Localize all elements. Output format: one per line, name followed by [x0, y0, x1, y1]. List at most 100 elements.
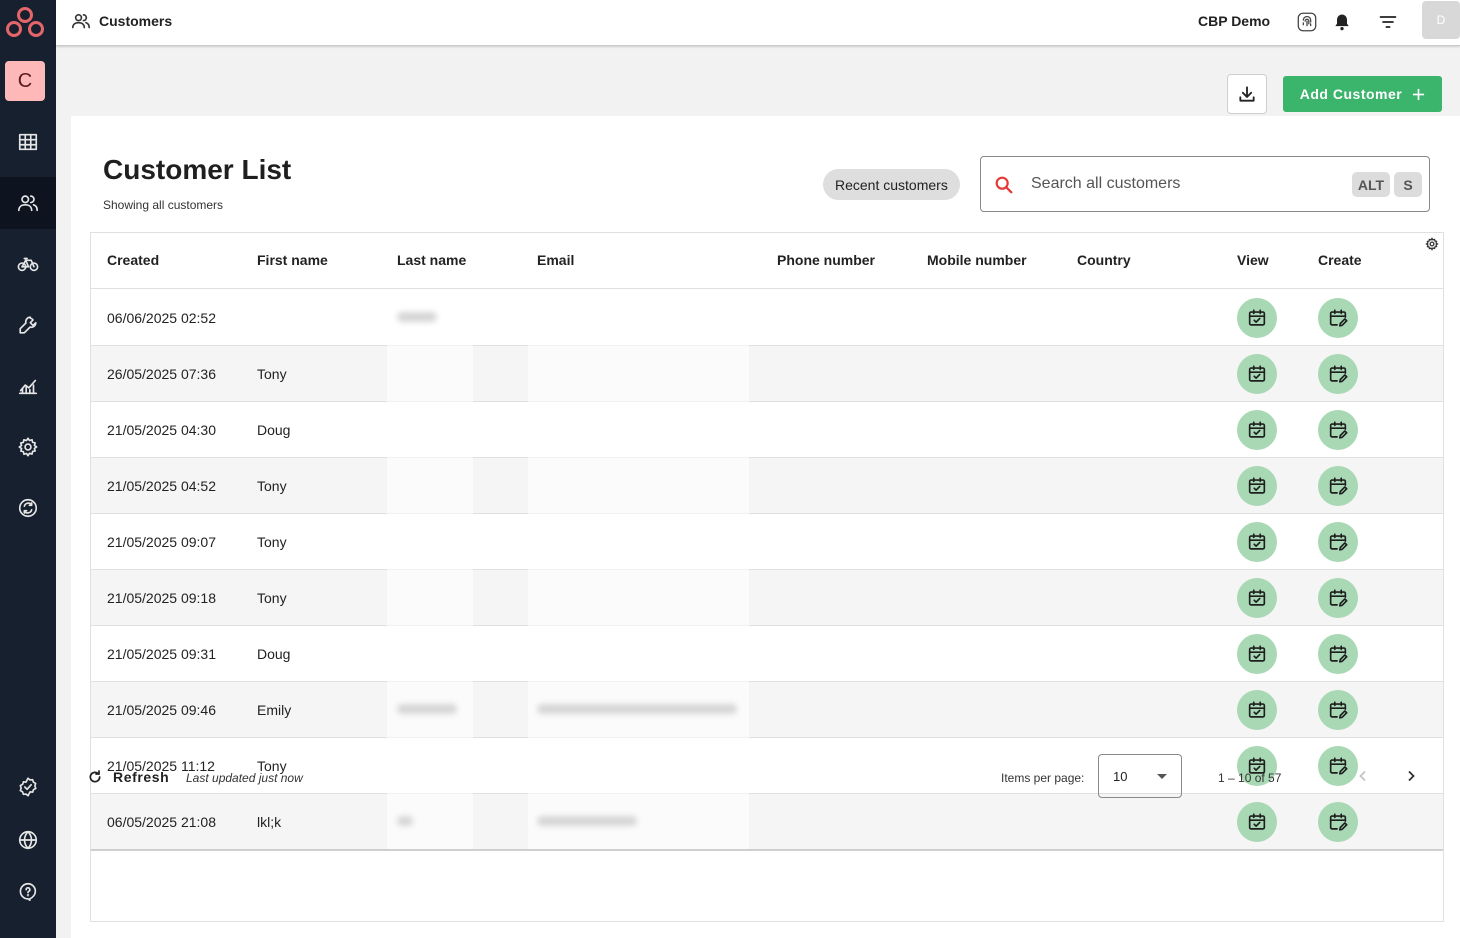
- column-header-first-name[interactable]: First name: [257, 252, 328, 268]
- sidebar-item-dashboard[interactable]: [0, 116, 56, 168]
- table-row[interactable]: 21/05/2025 04:30 Doug: [91, 402, 1443, 458]
- sidebar-item-bikes[interactable]: [0, 238, 56, 290]
- redacted-text: [397, 704, 457, 714]
- globe-icon: [18, 830, 38, 850]
- create-calendar-button[interactable]: [1318, 298, 1358, 338]
- create-calendar-button[interactable]: [1318, 578, 1358, 618]
- chart-icon: [18, 379, 38, 395]
- cell-first-name: lkl;k: [257, 814, 282, 830]
- view-calendar-button[interactable]: [1237, 298, 1277, 338]
- cell-created: 06/05/2025 21:08: [107, 814, 216, 830]
- refresh-label: Refresh: [113, 769, 170, 785]
- cell-first-name: Tony: [257, 366, 287, 382]
- create-calendar-button[interactable]: [1318, 466, 1358, 506]
- search-field[interactable]: ALT S: [980, 156, 1430, 212]
- sidebar-item-help[interactable]: [0, 866, 56, 918]
- refresh-button[interactable]: Refresh: [87, 769, 169, 785]
- people-icon: [71, 12, 91, 30]
- create-calendar-button[interactable]: [1318, 354, 1358, 394]
- column-header-phone-number[interactable]: Phone number: [777, 252, 875, 268]
- last-updated-text: Last updated just now: [186, 771, 303, 785]
- account-avatar[interactable]: C: [5, 61, 45, 101]
- table-row[interactable]: 06/06/2025 02:52: [91, 290, 1443, 346]
- column-header-created[interactable]: Created: [107, 252, 159, 268]
- create-calendar-button[interactable]: [1318, 410, 1358, 450]
- cell-first-name: Tony: [257, 534, 287, 550]
- sidebar-item-workshop[interactable]: [0, 299, 56, 351]
- cell-last-name-redacted: [387, 514, 473, 570]
- shortcut-key-alt: ALT: [1352, 172, 1390, 197]
- cell-email-redacted: [528, 514, 749, 570]
- organization-name[interactable]: CBP Demo: [1198, 13, 1270, 29]
- user-avatar[interactable]: D: [1422, 1, 1460, 39]
- view-calendar-button[interactable]: [1237, 690, 1277, 730]
- view-calendar-button[interactable]: [1237, 410, 1277, 450]
- fingerprint-icon[interactable]: [1295, 10, 1319, 34]
- recent-customers-button[interactable]: Recent customers: [823, 169, 960, 200]
- table-row[interactable]: 26/05/2025 07:36 Tony: [91, 346, 1443, 402]
- redacted-text: [397, 312, 437, 322]
- download-button[interactable]: [1227, 74, 1267, 114]
- filter-icon[interactable]: [1376, 10, 1400, 34]
- sidebar-item-settings[interactable]: [0, 421, 56, 473]
- items-per-page-select[interactable]: 10: [1098, 754, 1182, 798]
- customer-table: Created First name Last name Email Phone…: [90, 232, 1444, 922]
- column-header-country[interactable]: Country: [1077, 252, 1131, 268]
- badge-check-icon: [19, 777, 37, 797]
- column-header-mobile-number[interactable]: Mobile number: [927, 252, 1027, 268]
- cell-last-name-redacted: [387, 458, 473, 514]
- sync-icon: [18, 498, 38, 518]
- column-settings-gear-icon[interactable]: [1425, 237, 1439, 251]
- cell-email-redacted: [528, 290, 749, 346]
- table-row[interactable]: 21/05/2025 11:12 Tony: [91, 738, 1443, 794]
- sidebar-item-sync[interactable]: [0, 482, 56, 534]
- bicycle-icon: [17, 257, 39, 272]
- next-page-chevron-icon[interactable]: [1399, 764, 1423, 788]
- create-calendar-button[interactable]: [1318, 634, 1358, 674]
- add-customer-button[interactable]: Add Customer: [1283, 76, 1442, 112]
- search-input[interactable]: [1031, 172, 1331, 196]
- column-header-create: Create: [1318, 252, 1362, 268]
- sidebar-item-reports[interactable]: [0, 360, 56, 412]
- notifications-bell-icon[interactable]: [1330, 10, 1354, 34]
- search-icon: [993, 174, 1015, 196]
- create-calendar-button[interactable]: [1318, 522, 1358, 562]
- create-calendar-button[interactable]: [1318, 802, 1358, 842]
- cell-first-name: Tony: [257, 478, 287, 494]
- cell-email-redacted: [528, 626, 749, 682]
- items-per-page-value: 10: [1113, 769, 1128, 784]
- cell-first-name: Emily: [257, 702, 292, 718]
- sidebar-item-verified[interactable]: [0, 761, 56, 813]
- wrench-icon: [19, 316, 37, 334]
- cell-last-name-redacted: [387, 346, 473, 402]
- help-icon: [19, 882, 37, 902]
- cell-first-name: Doug: [257, 646, 291, 662]
- previous-page-chevron-icon[interactable]: [1351, 764, 1375, 788]
- table-row[interactable]: 21/05/2025 09:31 Doug: [91, 626, 1443, 682]
- view-calendar-button[interactable]: [1237, 634, 1277, 674]
- plus-icon: [1413, 88, 1425, 100]
- table-row[interactable]: 21/05/2025 09:18 Tony: [91, 570, 1443, 626]
- table-row[interactable]: 21/05/2025 09:07 Tony: [91, 514, 1443, 570]
- create-calendar-button[interactable]: [1318, 690, 1358, 730]
- view-calendar-button[interactable]: [1237, 466, 1277, 506]
- table-row[interactable]: 21/05/2025 09:46 Emily: [91, 682, 1443, 738]
- cell-first-name: Doug: [257, 422, 291, 438]
- view-calendar-button[interactable]: [1237, 578, 1277, 618]
- sidebar-item-language[interactable]: [0, 814, 56, 866]
- table-row[interactable]: 06/05/2025 21:08 lkl;k: [91, 794, 1443, 850]
- view-calendar-button[interactable]: [1237, 354, 1277, 394]
- view-calendar-button[interactable]: [1237, 802, 1277, 842]
- shortcut-key-s: S: [1394, 172, 1422, 197]
- column-header-last-name[interactable]: Last name: [397, 252, 466, 268]
- dropdown-caret-icon: [1157, 774, 1167, 779]
- table-row[interactable]: 21/05/2025 04:52 Tony: [91, 458, 1443, 514]
- redacted-text: [537, 816, 637, 826]
- card-title: Customer List: [103, 154, 292, 185]
- view-calendar-button[interactable]: [1237, 522, 1277, 562]
- top-bar: Customers CBP Demo D: [56, 0, 1460, 46]
- column-header-email[interactable]: Email: [537, 252, 574, 268]
- sidebar-item-customers[interactable]: [0, 177, 56, 229]
- logo-icon[interactable]: [4, 5, 46, 39]
- cell-created: 21/05/2025 09:07: [107, 534, 216, 550]
